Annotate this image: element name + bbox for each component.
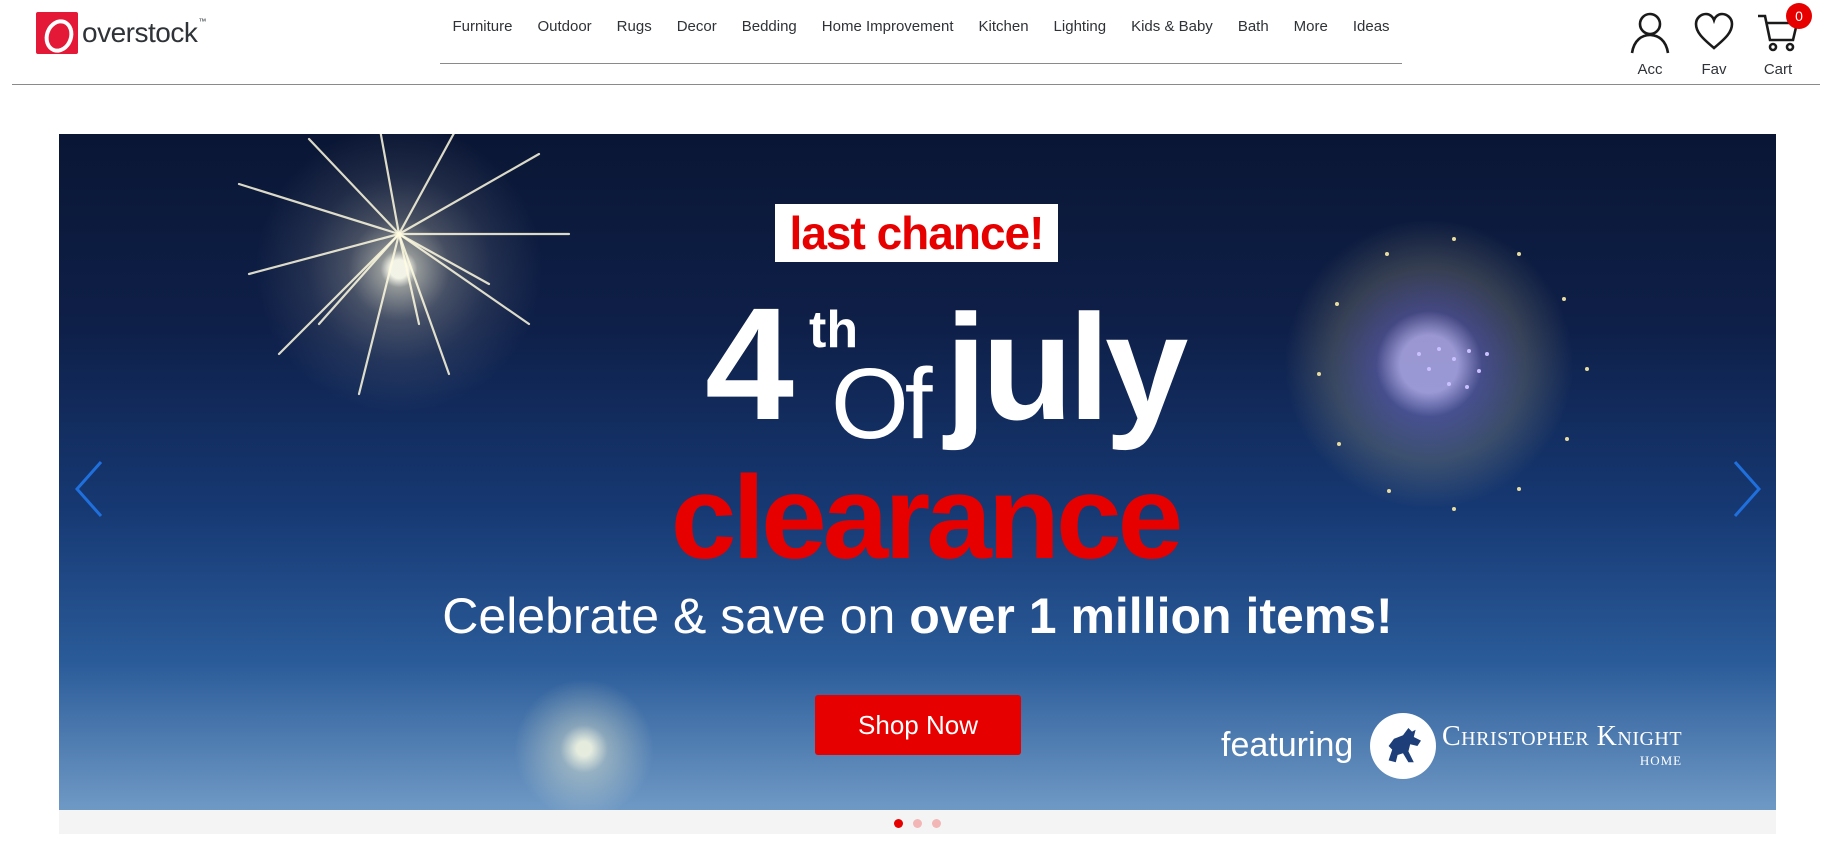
nav-item-lighting[interactable]: Lighting — [1041, 0, 1119, 63]
hero-banner[interactable]: last chance! 4 th Of july clearance Cele… — [59, 134, 1776, 810]
partner-name: Christopher Knight — [1442, 721, 1683, 752]
partner-brand-text: Christopher Knight HOME — [1442, 723, 1682, 769]
headline-clearance: clearance — [670, 452, 1184, 584]
account-label: Acc — [1637, 61, 1663, 78]
carousel-dot[interactable] — [932, 819, 941, 828]
nav-item-rugs[interactable]: Rugs — [604, 0, 664, 63]
carousel-prev-button[interactable] — [69, 454, 109, 524]
user-icon — [1630, 12, 1670, 54]
nav-item-more[interactable]: More — [1281, 0, 1340, 63]
nav-item-outdoor[interactable]: Outdoor — [525, 0, 604, 63]
overstock-logo[interactable]: overstock™ — [36, 12, 206, 54]
account-tools: Acc Fav 0 Cart — [1618, 3, 1812, 78]
headline-word: july — [945, 283, 1188, 451]
hero-carousel: last chance! 4 th Of july clearance Cele… — [59, 134, 1776, 834]
chevron-left-icon — [74, 461, 103, 517]
firework-rays — [237, 134, 571, 396]
partner-sub: HOME — [1639, 753, 1683, 768]
christopher-knight-logo: Christopher Knight HOME — [1370, 713, 1682, 779]
cart-count-badge: 0 — [1786, 3, 1812, 29]
hero-headline: 4 th Of july — [645, 284, 1205, 474]
featuring-label: featuring — [1221, 726, 1354, 764]
logo-wordmark: overstock™ — [82, 17, 206, 48]
shop-now-button[interactable]: Shop Now — [815, 695, 1021, 755]
nav-item-home-improvement[interactable]: Home Improvement — [809, 0, 966, 63]
cart-button[interactable]: 0 Cart — [1746, 3, 1812, 78]
carousel-dot[interactable] — [913, 819, 922, 828]
horse-logo-icon — [1370, 713, 1436, 779]
chevron-right-icon — [1733, 461, 1762, 517]
hero-subtitle: Celebrate & save on over 1 million items… — [359, 589, 1476, 644]
favorites-label: Fav — [1701, 61, 1727, 78]
nav-item-ideas[interactable]: Ideas — [1340, 0, 1402, 63]
carousel-dot[interactable] — [894, 819, 903, 828]
subtitle-regular: Celebrate & save on — [442, 588, 910, 644]
header-divider — [12, 84, 1820, 85]
headline-number: 4 — [705, 274, 794, 453]
nav-item-kitchen[interactable]: Kitchen — [966, 0, 1041, 63]
firework-decoration — [499, 664, 669, 810]
subtitle-bold: over 1 million items! — [909, 588, 1393, 644]
account-button[interactable]: Acc — [1618, 10, 1682, 78]
firework-sparks — [1317, 237, 1589, 511]
cart-label: Cart — [1763, 61, 1793, 78]
overstock-logo-icon — [36, 12, 78, 54]
nav-item-bath[interactable]: Bath — [1225, 0, 1281, 63]
site-header: overstock™ Furniture Outdoor Rugs Decor … — [0, 0, 1833, 86]
main-nav: Furniture Outdoor Rugs Decor Bedding Hom… — [440, 0, 1402, 64]
carousel-next-button[interactable] — [1727, 454, 1767, 524]
heart-icon — [1694, 12, 1734, 50]
nav-item-bedding[interactable]: Bedding — [729, 0, 809, 63]
headline-of: Of — [831, 348, 933, 460]
nav-item-kids-baby[interactable]: Kids & Baby — [1119, 0, 1226, 63]
favorites-button[interactable]: Fav — [1682, 10, 1746, 78]
nav-item-furniture[interactable]: Furniture — [440, 0, 525, 63]
nav-item-decor[interactable]: Decor — [664, 0, 729, 63]
carousel-dots — [59, 819, 1776, 828]
last-chance-badge: last chance! — [775, 204, 1058, 262]
